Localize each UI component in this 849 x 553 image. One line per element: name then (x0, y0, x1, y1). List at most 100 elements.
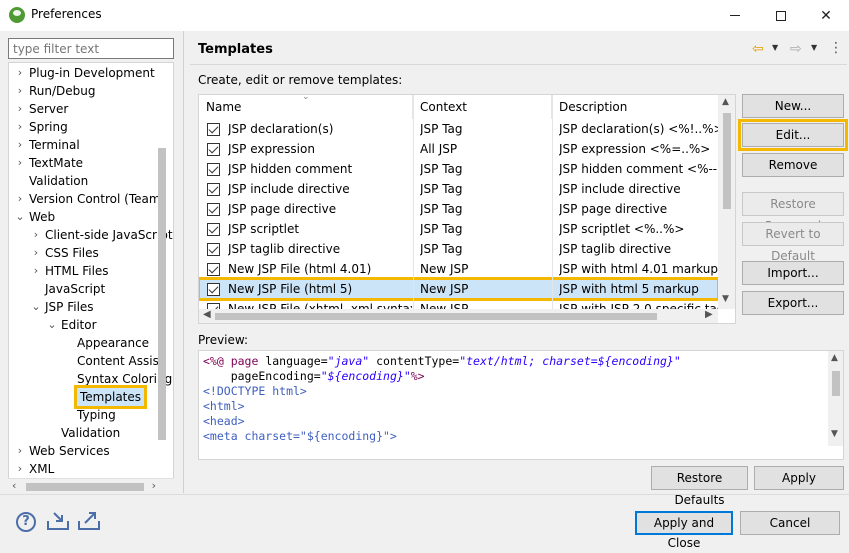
forward-arrow-icon[interactable]: ⇨ (790, 41, 802, 57)
back-arrow-icon[interactable]: ⇦ (752, 41, 764, 57)
pane-divider[interactable] (183, 31, 184, 493)
enabled-checkbox[interactable] (207, 223, 220, 236)
preview-pane[interactable]: <%@ page language="java" contentType="te… (198, 350, 844, 460)
tree-vertical-scrollbar[interactable] (158, 148, 166, 440)
tree-item[interactable]: Validation (61, 424, 120, 442)
scroll-down-icon[interactable]: ▼ (831, 429, 838, 439)
table-row[interactable]: New JSP File (html 4.01) New JSP JSP with … (199, 259, 718, 279)
tree-item[interactable]: CSS Files (45, 244, 99, 262)
filter-input[interactable] (8, 38, 174, 59)
scroll-thumb[interactable] (832, 371, 840, 396)
expand-icon[interactable]: › (31, 262, 41, 280)
tree-item[interactable]: JSP Files (45, 298, 94, 316)
table-row[interactable]: JSP expression All JSP JSP expression <%=.… (199, 139, 718, 159)
import-button[interactable]: Import... (742, 261, 844, 285)
tree-item[interactable]: Content Assist (77, 352, 164, 370)
collapse-icon[interactable]: ⌄ (31, 298, 41, 316)
column-header-context[interactable]: Context (413, 95, 552, 119)
table-row[interactable]: JSP taglib directive JSP Tag JSP taglib di… (199, 239, 718, 259)
edit-button[interactable]: Edit... (738, 119, 848, 151)
expand-icon[interactable]: › (15, 82, 25, 100)
table-row[interactable]: JSP scriptlet JSP Tag JSP scriptlet <%..%> (199, 219, 718, 239)
expand-icon[interactable]: › (15, 136, 25, 154)
restore-defaults-button[interactable]: Restore Defaults (651, 466, 748, 507)
close-button[interactable]: ✕ (803, 0, 849, 31)
tree-item[interactable]: Web (29, 208, 55, 226)
tree-item[interactable]: Spring (29, 118, 68, 136)
enabled-checkbox[interactable] (207, 143, 220, 156)
export-button[interactable]: Export... (742, 291, 844, 315)
expand-icon[interactable]: › (15, 460, 25, 478)
cancel-button[interactable]: Cancel (740, 511, 840, 535)
expand-icon[interactable]: › (15, 154, 25, 172)
scroll-left-icon[interactable]: ‹ (12, 479, 16, 492)
tree-horizontal-scrollbar[interactable]: ‹ › (8, 478, 174, 494)
expand-icon[interactable]: › (15, 100, 25, 118)
tree-item[interactable]: Server (29, 100, 68, 118)
forward-dropdown-icon[interactable]: ▼ (811, 43, 817, 52)
restore-removed-button[interactable]: Restore Removed (742, 192, 844, 233)
view-menu-icon[interactable]: ⋮ (829, 40, 843, 56)
scroll-left-icon[interactable]: ◀ (203, 309, 211, 320)
revert-to-default-button[interactable]: Revert to Default (742, 222, 844, 263)
tree-item[interactable]: Templates (73, 385, 148, 409)
import-prefs-icon[interactable] (46, 511, 70, 531)
back-dropdown-icon[interactable]: ▼ (772, 43, 778, 52)
table-row[interactable]: JSP page directive JSP Tag JSP page direct… (199, 199, 718, 219)
new-button[interactable]: New... (742, 94, 844, 118)
tree-item[interactable]: HTML Files (45, 262, 109, 280)
collapse-icon[interactable]: ⌄ (15, 208, 25, 226)
table-row[interactable]: JSP declaration(s) JSP Tag JSP declaration… (199, 119, 718, 139)
preview-vertical-scrollbar[interactable]: ▲ ▼ (828, 351, 843, 446)
tree-item[interactable]: Appearance (77, 334, 149, 352)
enabled-checkbox[interactable] (207, 283, 220, 296)
help-icon[interactable]: ? (16, 512, 36, 532)
scroll-up-icon[interactable]: ▲ (722, 97, 729, 107)
tree-item[interactable]: XML (29, 460, 54, 478)
scroll-thumb[interactable] (723, 113, 731, 209)
apply-button[interactable]: Apply (754, 466, 844, 490)
tree-item[interactable]: Editor (61, 316, 97, 334)
scroll-right-icon[interactable]: ▶ (705, 309, 713, 320)
scroll-thumb[interactable] (215, 313, 657, 320)
enabled-checkbox[interactable] (207, 123, 220, 136)
tree-item[interactable]: JavaScript (45, 280, 105, 298)
expand-icon[interactable]: › (31, 226, 41, 244)
enabled-checkbox[interactable] (207, 163, 220, 176)
expand-icon[interactable]: › (15, 190, 25, 208)
preferences-tree[interactable]: › Plug-in Development › Run/Debug › Server › Sp… (8, 62, 174, 494)
scroll-thumb[interactable] (26, 483, 144, 491)
minimize-button[interactable] (712, 0, 758, 31)
export-prefs-icon[interactable] (77, 511, 101, 531)
enabled-checkbox[interactable] (207, 243, 220, 256)
enabled-checkbox[interactable] (207, 183, 220, 196)
remove-button[interactable]: Remove (742, 153, 844, 177)
tree-item[interactable]: Web Services (29, 442, 110, 460)
tree-item[interactable]: Version Control (Team) (29, 190, 165, 208)
scroll-right-icon[interactable]: › (152, 479, 156, 492)
tree-item[interactable]: Typing (77, 406, 116, 424)
tree-item[interactable]: Validation (29, 172, 88, 190)
expand-icon[interactable]: › (15, 64, 25, 82)
expand-icon[interactable]: › (15, 442, 25, 460)
column-header-description[interactable]: Description (552, 95, 718, 119)
scroll-up-icon[interactable]: ▲ (831, 353, 838, 363)
tree-item[interactable]: TextMate (29, 154, 83, 172)
enabled-checkbox[interactable] (207, 263, 220, 276)
table-row[interactable]: JSP hidden comment JSP Tag JSP hidden comm… (199, 159, 718, 179)
tree-item[interactable]: Client-side JavaScript (45, 226, 173, 244)
tree-item[interactable]: Run/Debug (29, 82, 96, 100)
tree-item[interactable]: Terminal (29, 136, 80, 154)
scroll-down-icon[interactable]: ▼ (722, 294, 729, 304)
table-row[interactable]: New JSP File (html 5) New JSP JSP with htm… (199, 277, 720, 301)
table-row[interactable]: JSP include directive JSP Tag JSP include … (199, 179, 718, 199)
expand-icon[interactable]: › (15, 118, 25, 136)
apply-and-close-button[interactable]: Apply and Close (635, 511, 733, 550)
table-horizontal-scrollbar[interactable]: ◀ ▶ (199, 309, 718, 323)
maximize-button[interactable] (758, 0, 804, 31)
templates-table[interactable]: Name Context Description ⌄ JSP declarati… (198, 94, 736, 324)
table-vertical-scrollbar[interactable]: ▲ ▼ (718, 95, 735, 309)
enabled-checkbox[interactable] (207, 203, 220, 216)
tree-item[interactable]: Plug-in Development (29, 64, 155, 82)
expand-icon[interactable]: › (31, 244, 41, 262)
